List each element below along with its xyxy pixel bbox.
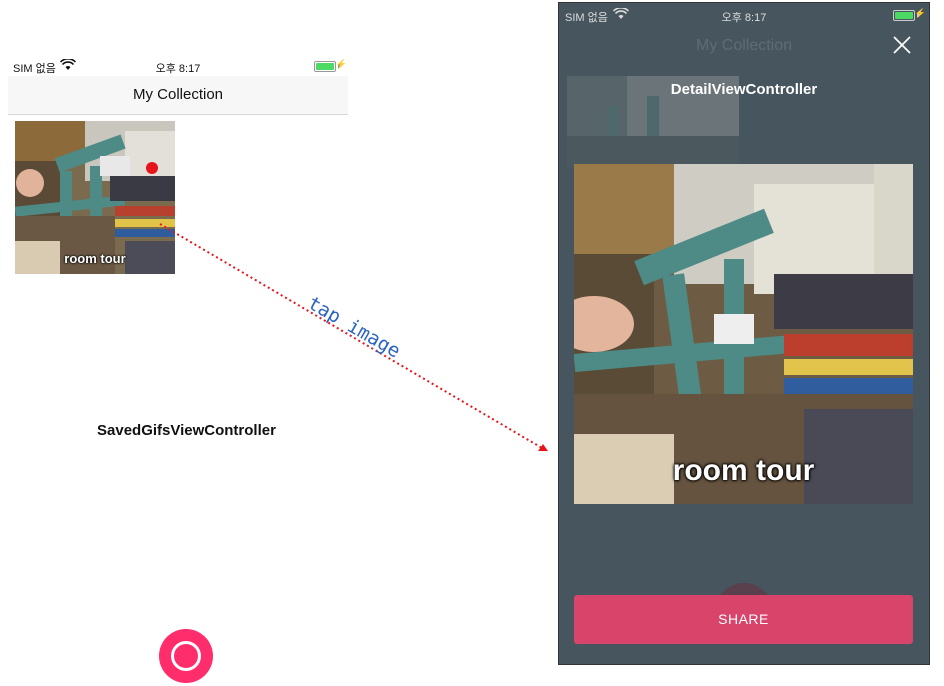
clock: 오후 8:17 xyxy=(721,12,767,24)
battery-icon xyxy=(893,10,915,21)
gif-caption: room tour xyxy=(672,454,815,487)
page-title: My Collection xyxy=(695,37,793,54)
status-bar: SIM 없음 오후 8:17 ⚡ xyxy=(559,3,929,25)
detail-screen: SIM 없음 오후 8:17 ⚡ My Collection DetailVie… xyxy=(558,2,930,665)
close-icon[interactable] xyxy=(893,36,911,54)
gif-detail-image[interactable]: room tour xyxy=(574,164,913,504)
charging-bolt-icon: ⚡ xyxy=(914,8,926,18)
gif-detail-picture xyxy=(574,164,913,504)
share-button[interactable]: SHARE xyxy=(574,595,913,644)
controller-label-right: DetailViewController xyxy=(670,81,818,98)
